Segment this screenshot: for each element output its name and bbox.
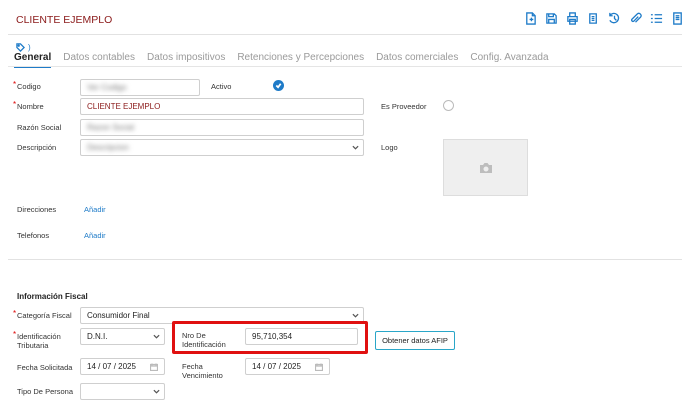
nro-identificacion-value: 95,710,354: [252, 332, 293, 341]
codigo-label: Codigo: [13, 80, 41, 91]
telefonos-label: Telefonos: [17, 231, 50, 240]
list-icon[interactable]: [649, 10, 663, 26]
save-icon[interactable]: [544, 10, 558, 26]
descripcion-value: Descripcion: [87, 143, 129, 152]
fiscal-section-title: Información Fiscal: [17, 292, 88, 301]
obtener-afip-button[interactable]: Obtener datos AFIP: [375, 331, 455, 350]
tabs-divider: [8, 66, 682, 67]
nro-identificacion-field[interactable]: 95,710,354: [245, 328, 358, 345]
check-icon: [275, 83, 282, 89]
fecha-vencimiento-field[interactable]: 14 / 07 / 2025: [245, 358, 330, 375]
chevron-down-icon: [153, 388, 160, 394]
section-divider: [8, 259, 682, 260]
proveedor-label: Es Proveedor: [381, 102, 427, 111]
logo-label: Logo: [381, 143, 398, 152]
bookmark-icon[interactable]: [670, 10, 684, 26]
copy-icon[interactable]: [586, 10, 600, 26]
chevron-down-icon: [352, 144, 359, 150]
attach-icon[interactable]: [628, 10, 642, 26]
add-telefono-link[interactable]: Añadir: [84, 231, 106, 240]
tag-label: ): [28, 43, 31, 52]
history-icon[interactable]: [607, 10, 621, 26]
categoria-label: Categoría Fiscal: [13, 309, 72, 320]
tipo-persona-select[interactable]: [80, 383, 165, 400]
codigo-value: Ver Codigo: [87, 83, 127, 92]
razon-value: Razon Social: [87, 123, 135, 132]
nombre-value: CLIENTE EJEMPLO: [87, 102, 161, 111]
tag-row[interactable]: ): [16, 43, 31, 52]
logo-upload[interactable]: [443, 139, 528, 196]
razon-label: Razón Social: [17, 123, 62, 132]
print-icon[interactable]: [565, 10, 579, 26]
new-document-icon[interactable]: [523, 10, 537, 26]
nombre-label: Nombre: [13, 100, 44, 111]
descripcion-label: Descripción: [17, 143, 57, 152]
identificacion-select[interactable]: D.N.I.: [80, 328, 165, 345]
chevron-down-icon: [153, 333, 160, 339]
fecha-solicitada-value: 14 / 07 / 2025: [87, 362, 136, 371]
categoria-value: Consumidor Final: [87, 311, 150, 320]
activo-checkbox[interactable]: [273, 80, 284, 91]
page-title: CLIENTE EJEMPLO: [16, 14, 113, 26]
toolbar: [523, 10, 684, 26]
activo-label: Activo: [211, 82, 232, 91]
razon-field[interactable]: Razon Social: [80, 119, 364, 136]
calendar-icon[interactable]: [314, 363, 324, 373]
identificacion-label: Identificación Tributaria: [13, 330, 77, 350]
identificacion-value: D.N.I.: [87, 332, 108, 341]
nombre-field[interactable]: CLIENTE EJEMPLO: [80, 98, 364, 115]
fecha-vencimiento-value: 14 / 07 / 2025: [252, 362, 301, 371]
tipo-persona-label: Tipo De Persona: [17, 387, 74, 396]
fecha-vencimiento-label: Fecha Vencimiento: [182, 362, 223, 380]
codigo-field[interactable]: Ver Codigo: [80, 79, 200, 96]
nro-identificacion-label: Nro De Identificación: [182, 331, 226, 349]
fecha-solicitada-label: Fecha Solicitada: [17, 363, 73, 372]
camera-icon: [479, 162, 492, 173]
calendar-icon[interactable]: [149, 363, 159, 373]
direcciones-label: Direcciones: [17, 205, 57, 214]
header-divider: [8, 34, 682, 35]
tag-icon: [16, 43, 25, 52]
chevron-down-icon: [352, 312, 359, 318]
descripcion-select[interactable]: Descripcion: [80, 139, 364, 156]
add-direccion-link[interactable]: Añadir: [84, 205, 106, 214]
fecha-solicitada-field[interactable]: 14 / 07 / 2025: [80, 358, 165, 375]
proveedor-toggle[interactable]: [443, 100, 454, 111]
